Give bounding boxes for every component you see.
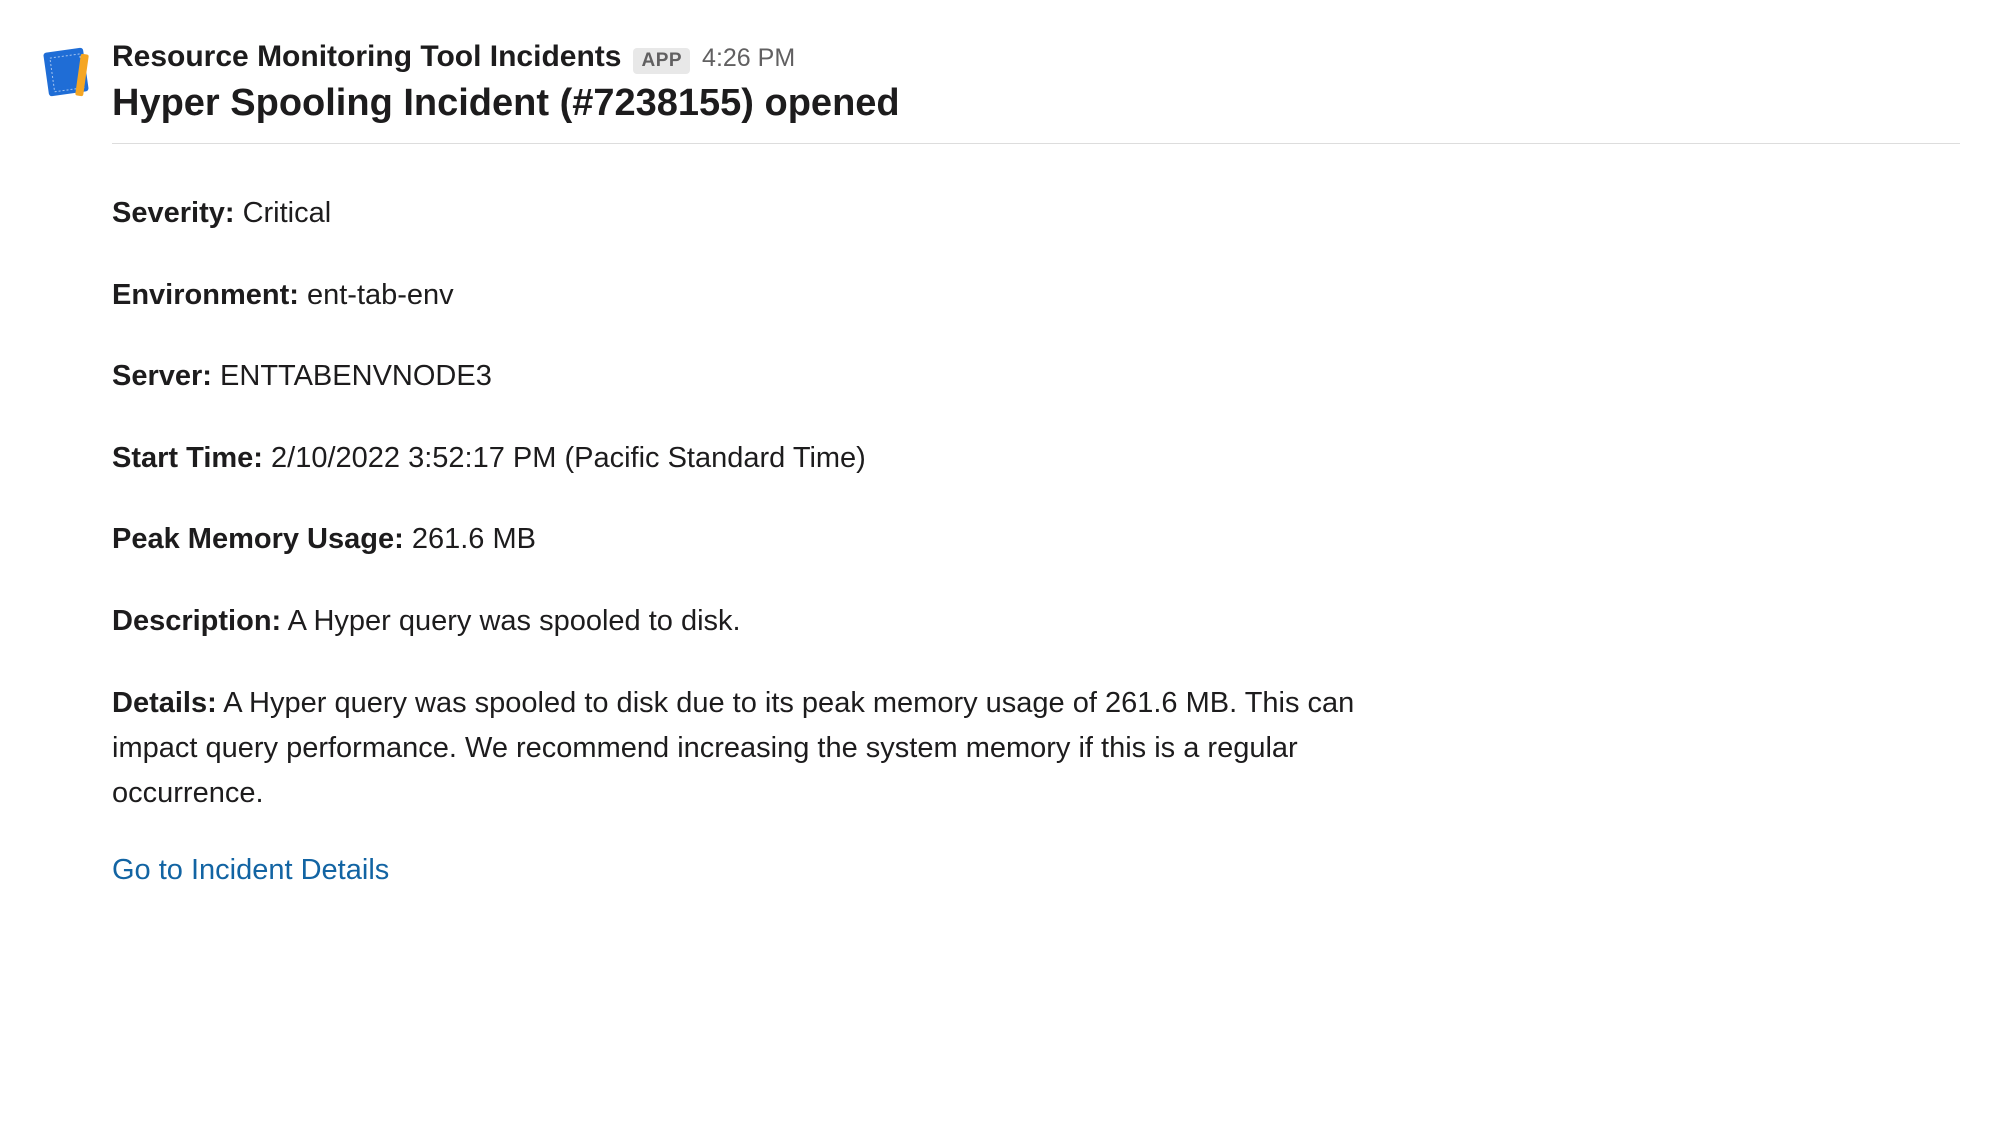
environment-value: ent-tab-env (307, 279, 454, 311)
message-body: Resource Monitoring Tool Incidents APP 4… (112, 40, 1960, 887)
start-time-value: 2/10/2022 3:52:17 PM (Pacific Standard T… (271, 442, 866, 474)
environment-field: Environment: ent-tab-env (112, 274, 1960, 318)
environment-label: Environment: (112, 279, 299, 311)
description-label: Description: (112, 605, 281, 637)
message-header: Resource Monitoring Tool Incidents APP 4… (112, 40, 1960, 74)
app-name[interactable]: Resource Monitoring Tool Incidents (112, 40, 621, 74)
start-time-label: Start Time: (112, 442, 263, 474)
severity-field: Severity: Critical (112, 192, 1960, 236)
description-field: Description: A Hyper query was spooled t… (112, 600, 1960, 644)
incident-title: Hyper Spooling Incident (#7238155) opene… (112, 82, 1960, 125)
severity-label: Severity: (112, 197, 235, 229)
peak-memory-label: Peak Memory Usage: (112, 523, 404, 555)
details-label: Details: (112, 687, 217, 719)
message-timestamp[interactable]: 4:26 PM (702, 44, 795, 73)
server-label: Server: (112, 360, 212, 392)
description-value: A Hyper query was spooled to disk. (288, 605, 741, 637)
incident-details-link[interactable]: Go to Incident Details (112, 854, 389, 886)
severity-value: Critical (243, 197, 332, 229)
details-field: Details: A Hyper query was spooled to di… (112, 681, 1402, 816)
start-time-field: Start Time: 2/10/2022 3:52:17 PM (Pacifi… (112, 437, 1960, 481)
peak-memory-field: Peak Memory Usage: 261.6 MB (112, 518, 1960, 562)
peak-memory-value: 261.6 MB (412, 523, 536, 555)
app-avatar-icon (40, 44, 96, 100)
slack-message: Resource Monitoring Tool Incidents APP 4… (40, 40, 1960, 887)
server-field: Server: ENTTABENVNODE3 (112, 355, 1960, 399)
divider (112, 143, 1960, 144)
app-badge: APP (633, 48, 690, 74)
details-value: A Hyper query was spooled to disk due to… (112, 687, 1354, 809)
server-value: ENTTABENVNODE3 (220, 360, 492, 392)
